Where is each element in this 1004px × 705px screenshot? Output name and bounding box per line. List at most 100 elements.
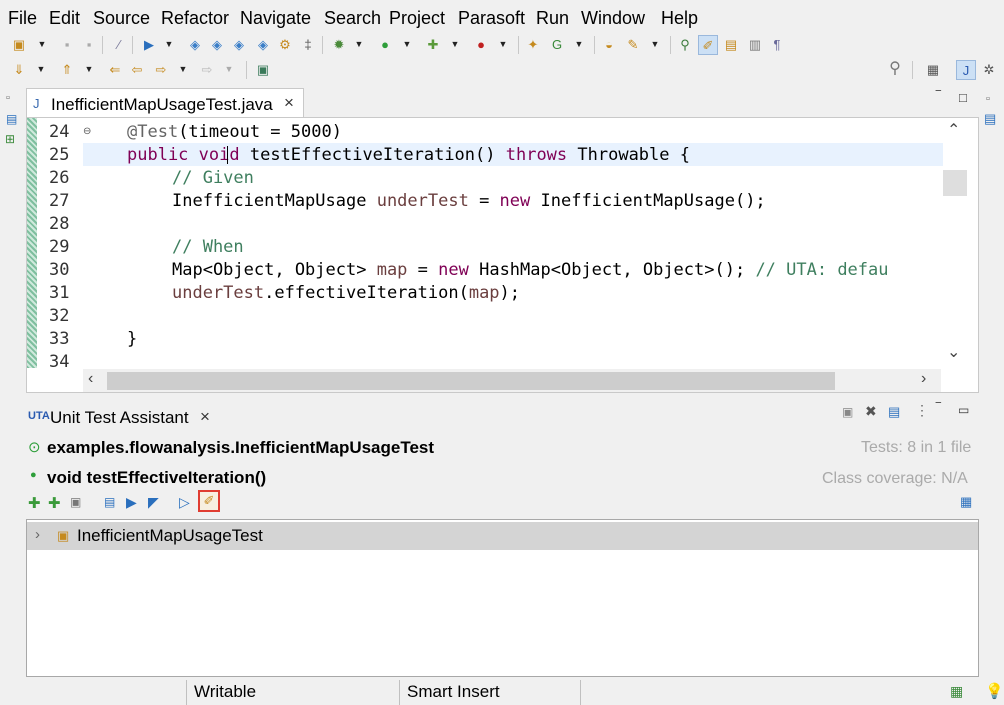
assist-wand-button[interactable]: ✐ <box>198 490 220 512</box>
new-dropdown-icon[interactable]: ▼ <box>37 36 47 52</box>
back-dropdown-icon[interactable]: ▼ <box>178 61 188 77</box>
parasoft-test-icon[interactable]: ▶ <box>140 35 158 53</box>
track-tests-icon[interactable]: ▷ <box>179 494 190 511</box>
debug-perspective-icon[interactable]: ✲ <box>980 60 998 78</box>
uta-view-action2-icon[interactable]: ✖ <box>865 403 877 420</box>
uta-minimize-icon[interactable]: ‾ <box>936 400 941 416</box>
menu-parasoft[interactable]: Parasoft <box>458 8 525 29</box>
scroll-left-icon[interactable]: ‹ <box>88 370 93 388</box>
menu-refactor[interactable]: Refactor <box>161 8 229 29</box>
new-class-dropdown-icon[interactable]: ▼ <box>574 36 584 52</box>
java-perspective-icon[interactable]: J <box>956 60 976 80</box>
debug-icon[interactable]: ✹ <box>330 35 348 53</box>
uta-maximize-icon[interactable]: ▭ <box>958 403 969 417</box>
type-hierarchy-icon[interactable]: ⊞ <box>5 132 15 146</box>
next-annotation-dropdown-icon[interactable]: ▼ <box>36 61 46 77</box>
forward-icon[interactable]: ⇨ <box>152 60 170 78</box>
vertical-scrollbar[interactable]: ⌃ ⌄ <box>943 118 977 368</box>
prev-annotation-dropdown-icon[interactable]: ▼ <box>84 61 94 77</box>
uta-view-tab[interactable]: UTA Unit Test Assistant × <box>26 404 221 432</box>
menu-project[interactable]: Project <box>389 8 445 29</box>
horizontal-scrollbar[interactable]: ‹ › <box>83 369 941 392</box>
outline-icon[interactable]: ▤ <box>984 111 996 127</box>
scroll-up-icon[interactable]: ⌃ <box>947 120 960 140</box>
vertical-scroll-thumb[interactable] <box>943 170 967 196</box>
toggle-mark-icon[interactable]: ⚲ <box>676 35 694 53</box>
tip-bulb-icon[interactable]: 💡 <box>985 682 1004 700</box>
skip-breakpoints-icon[interactable]: ⁄ <box>110 35 128 53</box>
restore-icon[interactable]: ▫ <box>6 92 10 104</box>
menu-edit[interactable]: Edit <box>49 8 80 29</box>
new-java-project-icon[interactable]: ✦ <box>524 35 542 53</box>
uta-view-action1-icon[interactable]: ▣ <box>842 405 853 419</box>
forward-dropdown-icon[interactable]: ▼ <box>224 61 234 77</box>
add-test-suite-icon[interactable]: ▣ <box>70 495 81 509</box>
menu-source[interactable]: Source <box>93 8 150 29</box>
external-tools-dropdown-icon[interactable]: ▼ <box>498 36 508 52</box>
paragraph-icon[interactable]: ¶ <box>768 35 786 53</box>
parasoft-tool6-icon[interactable]: ‡ <box>299 35 317 53</box>
open-perspective-icon[interactable]: ▦ <box>924 60 942 78</box>
code-text-area[interactable]: @Test(timeout = 5000) public void testEf… <box>83 118 943 368</box>
uta-view-action3-icon[interactable]: ▤ <box>888 404 900 420</box>
parasoft-tool1-icon[interactable]: ◈ <box>186 35 204 53</box>
coverage-icon[interactable]: ✚ <box>424 35 442 53</box>
editor-tab[interactable]: J InefficientMapUsageTest.java × <box>26 88 304 118</box>
search-tool-dropdown-icon[interactable]: ▼ <box>650 36 660 52</box>
test-tree[interactable]: › ▣ InefficientMapUsageTest <box>26 519 979 677</box>
show-whitespace-icon[interactable]: ▤ <box>722 35 740 53</box>
next-annotation-icon[interactable]: ⇓ <box>10 60 28 78</box>
close-editor-icon[interactable]: × <box>284 93 294 113</box>
menu-navigate[interactable]: Navigate <box>240 8 311 29</box>
new-icon[interactable]: ▣ <box>10 35 28 53</box>
new-class-icon[interactable]: G <box>548 35 566 53</box>
pin-editor-icon[interactable]: ▣ <box>254 60 272 78</box>
view-menu-icon[interactable]: ⋮ <box>915 402 929 419</box>
layout-toggle-icon[interactable]: ▦ <box>960 494 972 510</box>
run-icon[interactable]: ● <box>376 35 394 53</box>
parasoft-tool2-icon[interactable]: ◈ <box>208 35 226 53</box>
scroll-right-icon[interactable]: › <box>921 370 926 388</box>
parasoft-tool5-icon[interactable]: ⚙ <box>276 35 294 53</box>
debug-dropdown-icon[interactable]: ▼ <box>354 36 364 52</box>
menu-window[interactable]: Window <box>581 8 645 29</box>
maximize-icon[interactable]: □ <box>959 90 967 105</box>
package-explorer-icon[interactable]: ▤ <box>6 112 17 126</box>
highlight-icon[interactable]: ✐ <box>698 35 718 55</box>
add-test-icon[interactable]: ✚ <box>28 494 41 512</box>
run-tests-icon[interactable]: ▶ <box>126 494 137 511</box>
open-type-icon[interactable]: ◒ <box>600 35 618 53</box>
close-uta-icon[interactable]: × <box>200 407 210 427</box>
search-tool-icon[interactable]: ✎ <box>624 35 642 53</box>
menu-search[interactable]: Search <box>324 8 381 29</box>
horizontal-scroll-thumb[interactable] <box>107 372 835 390</box>
status-tasks-icon[interactable]: ▦ <box>950 683 963 700</box>
code-editor[interactable]: 24 ⊖ 25 26 27 28 29 30 31 32 33 34 @Test… <box>26 117 979 393</box>
generate-tests-icon[interactable]: ▤ <box>104 495 115 509</box>
run-dropdown-icon[interactable]: ▼ <box>402 36 412 52</box>
menu-help[interactable]: Help <box>661 8 698 29</box>
tree-row[interactable]: › ▣ InefficientMapUsageTest <box>27 522 978 550</box>
scroll-down-icon[interactable]: ⌄ <box>947 342 960 362</box>
debug-tests-icon[interactable]: ◤ <box>148 494 159 511</box>
search-icon[interactable]: ⚲ <box>886 60 904 78</box>
forward-disabled-icon[interactable]: ⇨ <box>198 60 216 78</box>
last-edit-icon[interactable]: ⇐ <box>106 60 124 78</box>
menu-file[interactable]: File <box>8 8 37 29</box>
parasoft-test-dropdown-icon[interactable]: ▼ <box>164 36 174 52</box>
menu-run[interactable]: Run <box>536 8 569 29</box>
parasoft-tool3-icon[interactable]: ◈ <box>230 35 248 53</box>
parasoft-tool4-icon[interactable]: ◈ <box>254 35 272 53</box>
back-icon[interactable]: ⇦ <box>128 60 146 78</box>
expand-chevron-icon[interactable]: › <box>35 526 40 543</box>
save-all-icon[interactable]: ▪ <box>80 35 98 53</box>
right-restore-icon[interactable]: ▫ <box>986 93 990 105</box>
test-class-name: examples.flowanalysis.InefficientMapUsag… <box>47 438 435 457</box>
external-tools-icon[interactable]: ● <box>472 35 490 53</box>
add-parameterized-test-icon[interactable]: ✚ <box>48 494 61 512</box>
coverage-dropdown-icon[interactable]: ▼ <box>450 36 460 52</box>
prev-annotation-icon[interactable]: ⇑ <box>58 60 76 78</box>
save-icon[interactable]: ▪ <box>58 35 76 53</box>
minimize-icon[interactable]: ‾ <box>936 88 941 104</box>
block-selection-icon[interactable]: ▥ <box>746 35 764 53</box>
